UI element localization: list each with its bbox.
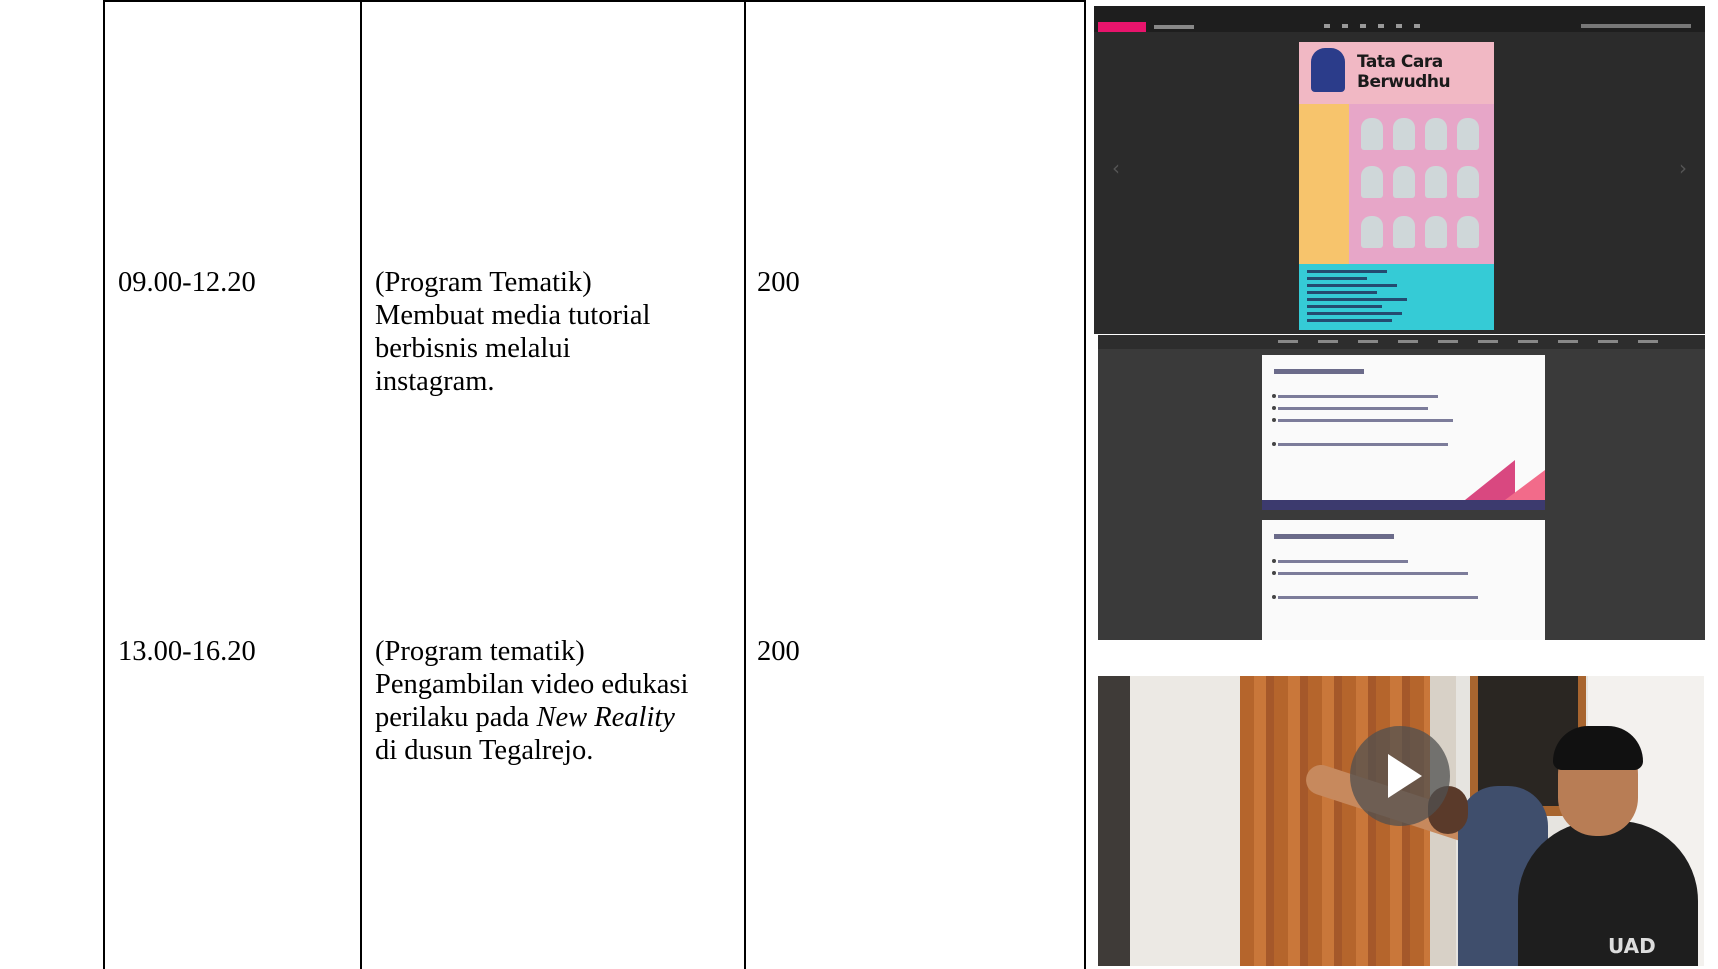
time-cell-row-1: 09.00-12.20 bbox=[118, 267, 256, 298]
video-person-man-hair bbox=[1553, 726, 1643, 770]
slide-bullet bbox=[1272, 571, 1468, 575]
activity-cell-row-2: (Program tematik) Pengambilan video eduk… bbox=[375, 635, 740, 767]
next-arrow-icon: › bbox=[1679, 156, 1687, 180]
activity-row-2-line-4: di dusun Tegalrejo. bbox=[375, 735, 594, 766]
table-top-border bbox=[103, 0, 1086, 2]
step-figure-icon bbox=[1425, 166, 1447, 198]
poster-figure-icon bbox=[1311, 48, 1345, 92]
slide-bullet bbox=[1272, 418, 1453, 422]
poster-step-line bbox=[1307, 305, 1382, 308]
step-figure-icon bbox=[1361, 166, 1383, 198]
activity-row-2-line-3-text: perilaku pada bbox=[375, 702, 537, 733]
prev-arrow-icon: ‹ bbox=[1112, 156, 1120, 180]
step-figure-icon bbox=[1457, 166, 1479, 198]
poster-illustration-panel bbox=[1349, 104, 1494, 264]
slide-bullet bbox=[1272, 595, 1478, 599]
slide-decoration bbox=[1505, 470, 1545, 500]
slide-2 bbox=[1262, 520, 1545, 640]
column-divider-2 bbox=[360, 0, 362, 969]
viewer-toolbar-right bbox=[1581, 24, 1691, 28]
documentation-screenshot-poster: ‹ › Tata Cara Berwudhu bbox=[1094, 6, 1705, 334]
activity-cell-row-1: (Program Tematik) Membuat media tutorial… bbox=[375, 267, 651, 397]
time-cell-row-2: 13.00-16.20 bbox=[118, 636, 256, 667]
play-icon[interactable] bbox=[1350, 726, 1450, 826]
poster-step-line bbox=[1307, 291, 1377, 294]
slide-title bbox=[1274, 534, 1394, 539]
poster-step-line bbox=[1307, 270, 1387, 273]
poster-steps-list bbox=[1299, 264, 1494, 330]
activity-row-2-line-3-italic: New Reality bbox=[536, 702, 675, 733]
activity-row-2-line-2: Pengambilan video edukasi bbox=[375, 669, 689, 700]
minutes-cell-row-2: 200 bbox=[757, 636, 800, 667]
poster-step-line bbox=[1307, 298, 1407, 301]
column-divider-4 bbox=[1084, 0, 1086, 969]
slide-bullet bbox=[1272, 442, 1448, 446]
viewer-tab-active bbox=[1098, 22, 1146, 32]
slide-stripe bbox=[1262, 500, 1545, 510]
column-divider-1 bbox=[103, 0, 105, 969]
step-figure-icon bbox=[1393, 216, 1415, 248]
poster-step-line bbox=[1307, 312, 1402, 315]
poster-step-line bbox=[1307, 319, 1392, 322]
documentation-screenshot-slides bbox=[1098, 335, 1705, 640]
documentation-video-still: UAD bbox=[1098, 676, 1704, 966]
column-divider-3 bbox=[744, 0, 746, 969]
step-figure-icon bbox=[1457, 216, 1479, 248]
video-wall bbox=[1130, 676, 1240, 966]
slide-bullet bbox=[1272, 406, 1428, 410]
viewer-tab bbox=[1154, 25, 1194, 29]
slide-bullet bbox=[1272, 559, 1408, 563]
video-wall bbox=[1098, 676, 1130, 966]
poster-step-line bbox=[1307, 284, 1397, 287]
step-figure-icon bbox=[1361, 216, 1383, 248]
slides-toolbar-icons bbox=[1278, 340, 1678, 343]
viewer-toolbar-icons bbox=[1324, 24, 1424, 28]
poster-title: Tata Cara Berwudhu bbox=[1357, 52, 1451, 92]
minutes-cell-row-1: 200 bbox=[757, 267, 800, 298]
activity-row-2-line-1: (Program tematik) bbox=[375, 636, 585, 667]
shirt-logo: UAD bbox=[1608, 934, 1656, 958]
step-figure-icon bbox=[1457, 118, 1479, 150]
slide-title bbox=[1274, 369, 1364, 374]
slide-bullet bbox=[1272, 394, 1438, 398]
poster-left-panel bbox=[1299, 104, 1349, 264]
step-figure-icon bbox=[1393, 166, 1415, 198]
activity-row-2-line-3: perilaku pada New Reality bbox=[375, 701, 740, 734]
step-figure-icon bbox=[1361, 118, 1383, 150]
poster-step-line bbox=[1307, 277, 1367, 280]
step-figure-icon bbox=[1393, 118, 1415, 150]
step-figure-icon bbox=[1425, 216, 1447, 248]
slide-1 bbox=[1262, 355, 1545, 510]
step-figure-icon bbox=[1425, 118, 1447, 150]
wudhu-poster: Tata Cara Berwudhu bbox=[1299, 42, 1494, 330]
